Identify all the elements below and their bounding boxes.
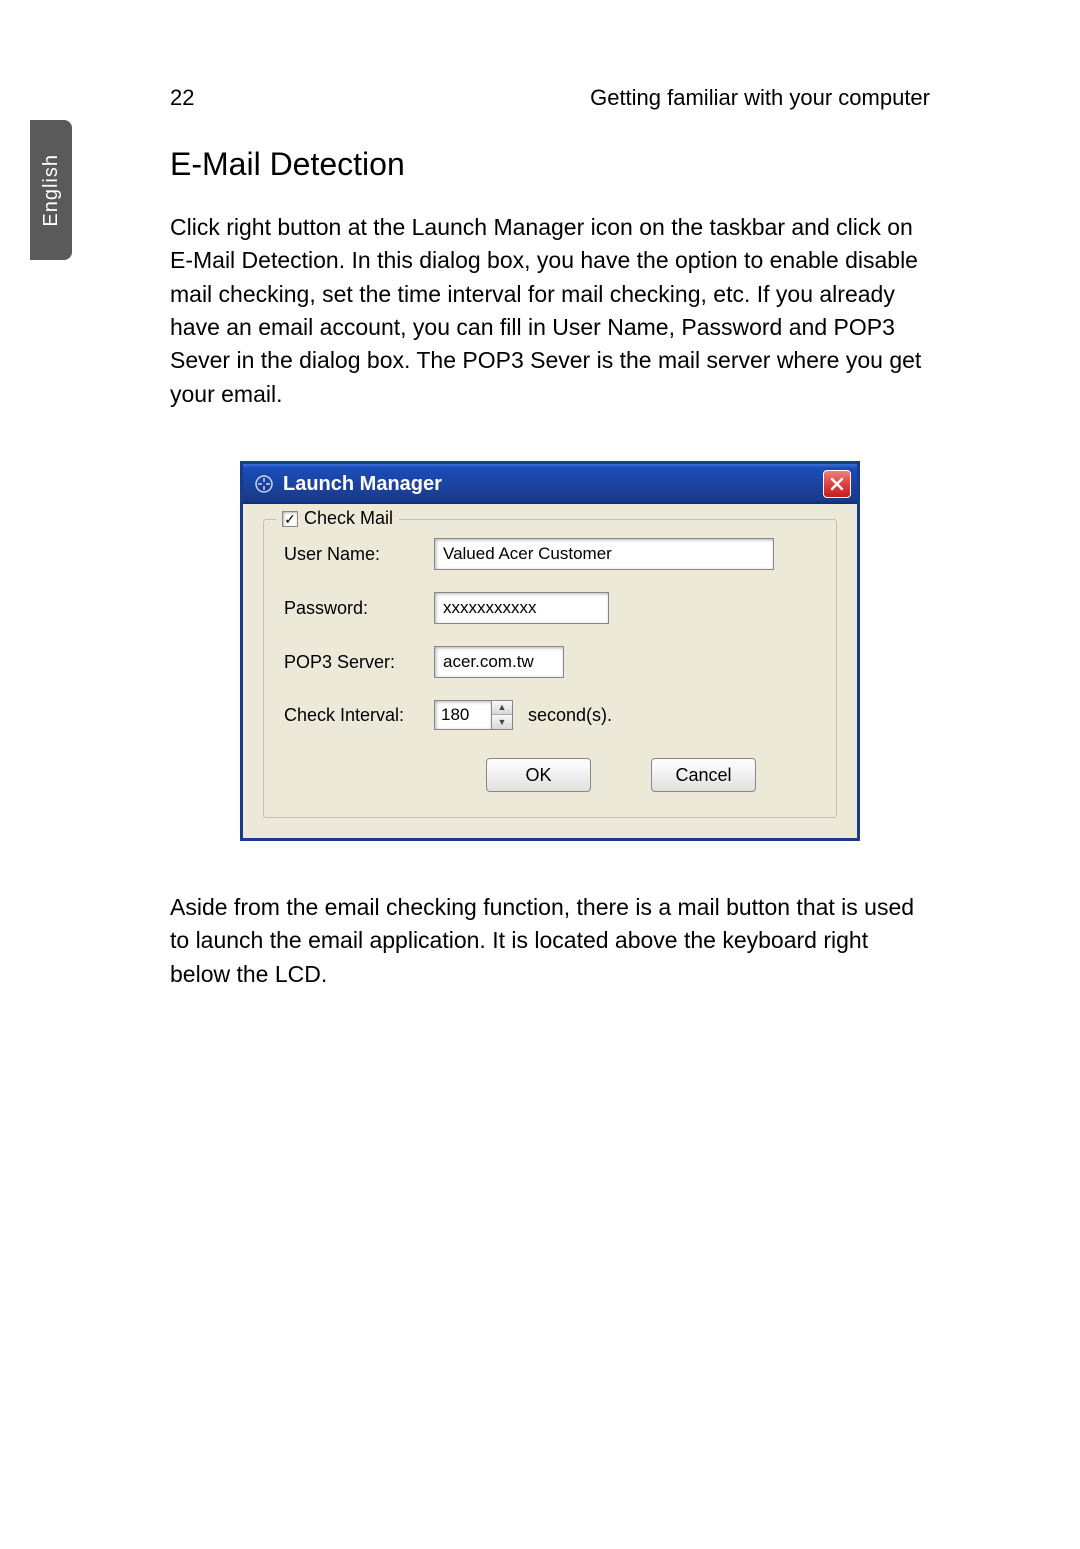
check-mail-fieldset: ✓ Check Mail User Name: Password: POP3 S… bbox=[263, 519, 837, 818]
dialog-screenshot: Launch Manager ✓ Check Mail User Name: bbox=[240, 461, 860, 841]
spin-up-button[interactable]: ▲ bbox=[492, 701, 512, 715]
title-bar: Launch Manager bbox=[243, 464, 857, 504]
username-label: User Name: bbox=[284, 544, 434, 565]
header-text: Getting familiar with your computer bbox=[590, 85, 930, 111]
username-row: User Name: bbox=[284, 538, 816, 570]
button-row: OK Cancel bbox=[284, 758, 816, 792]
pop3-row: POP3 Server: bbox=[284, 646, 816, 678]
spin-buttons: ▲ ▼ bbox=[492, 700, 513, 730]
check-mail-checkbox[interactable]: ✓ bbox=[282, 511, 298, 527]
section-heading: E-Mail Detection bbox=[170, 146, 930, 183]
close-button[interactable] bbox=[823, 470, 851, 498]
title-bar-left: Launch Manager bbox=[253, 473, 442, 496]
username-input[interactable] bbox=[434, 538, 774, 570]
dialog-body: ✓ Check Mail User Name: Password: POP3 S… bbox=[243, 504, 857, 838]
language-tab-label: English bbox=[40, 154, 63, 227]
password-input[interactable] bbox=[434, 592, 609, 624]
password-row: Password: bbox=[284, 592, 816, 624]
paragraph-2: Aside from the email checking function, … bbox=[170, 891, 930, 991]
interval-input[interactable] bbox=[434, 700, 492, 730]
app-icon bbox=[253, 473, 275, 495]
interval-row: Check Interval: ▲ ▼ second(s). bbox=[284, 700, 816, 730]
dialog-title: Launch Manager bbox=[283, 473, 442, 496]
launch-manager-dialog: Launch Manager ✓ Check Mail User Name: bbox=[240, 461, 860, 841]
pop3-label: POP3 Server: bbox=[284, 652, 434, 673]
password-label: Password: bbox=[284, 598, 434, 619]
interval-unit: second(s). bbox=[528, 705, 612, 726]
paragraph-1: Click right button at the Launch Manager… bbox=[170, 211, 930, 411]
page-header: 22 Getting familiar with your computer bbox=[170, 85, 930, 111]
language-tab: English bbox=[30, 120, 72, 260]
cancel-button[interactable]: Cancel bbox=[651, 758, 756, 792]
pop3-input[interactable] bbox=[434, 646, 564, 678]
page-number: 22 bbox=[170, 85, 194, 111]
interval-label: Check Interval: bbox=[284, 705, 434, 726]
check-mail-label: Check Mail bbox=[304, 508, 393, 529]
page-content: 22 Getting familiar with your computer E… bbox=[170, 85, 930, 1031]
ok-button[interactable]: OK bbox=[486, 758, 591, 792]
fieldset-legend: ✓ Check Mail bbox=[276, 508, 399, 529]
spin-down-button[interactable]: ▼ bbox=[492, 715, 512, 729]
